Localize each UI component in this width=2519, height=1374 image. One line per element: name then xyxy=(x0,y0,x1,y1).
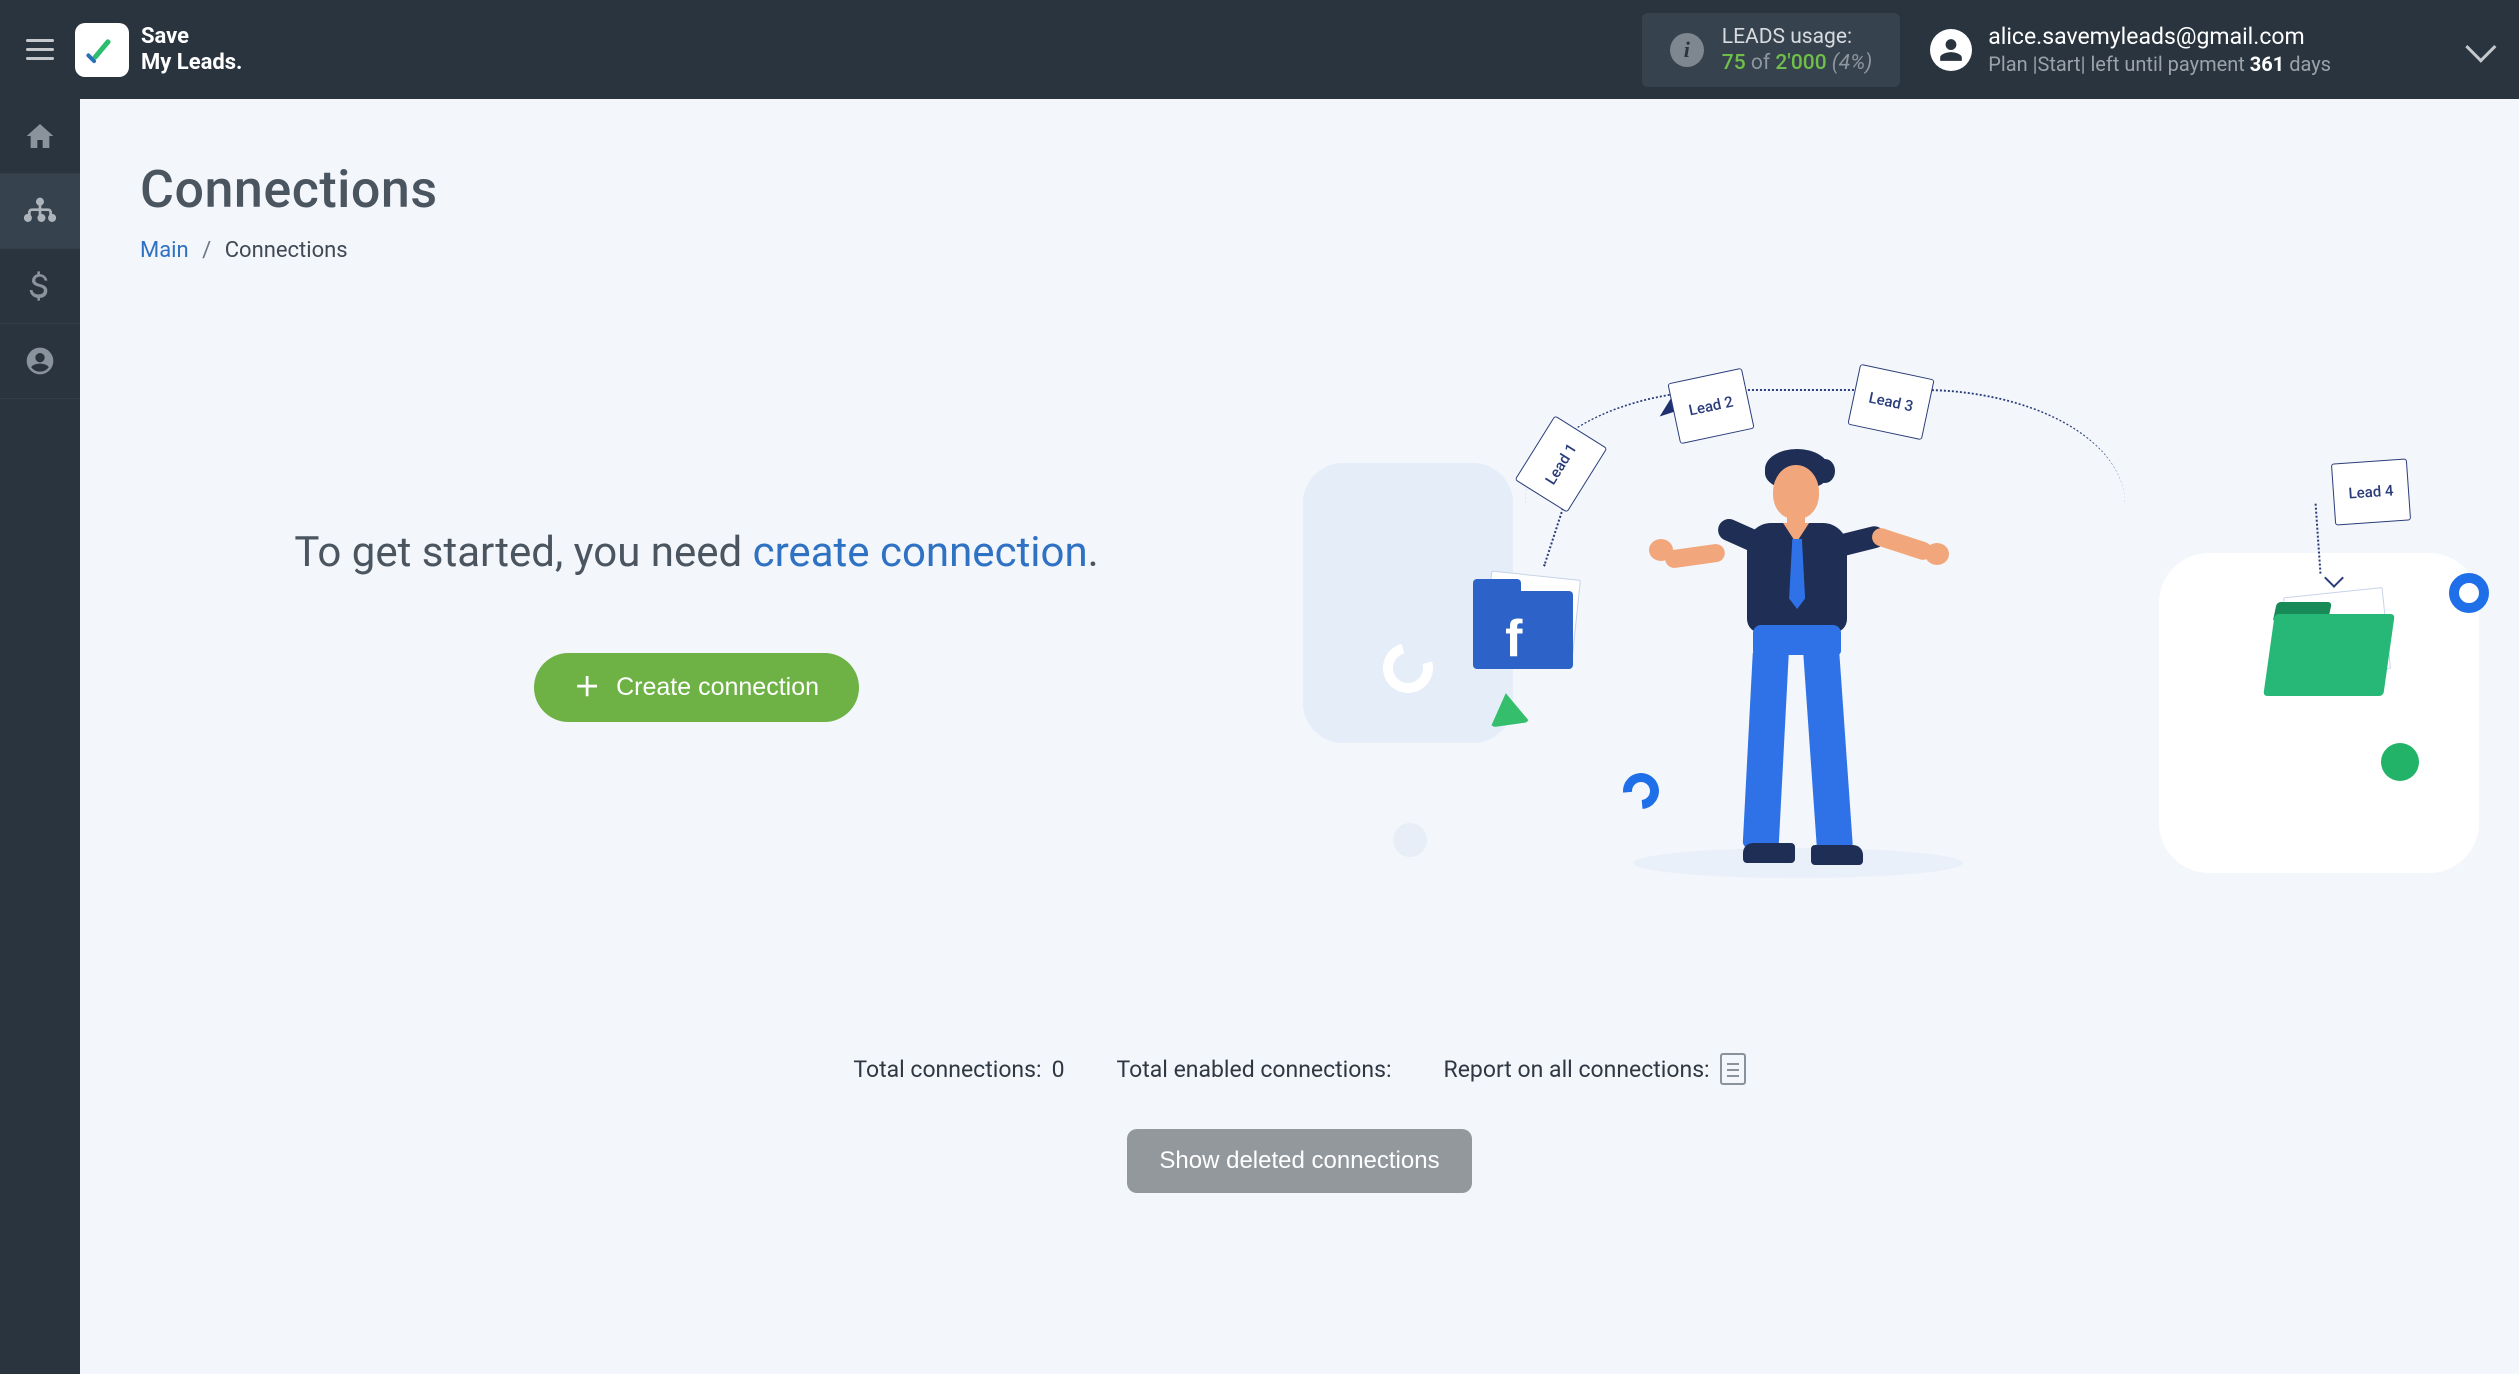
main-content: Connections Main / Connections To get st… xyxy=(80,99,2519,1374)
breadcrumb: Main / Connections xyxy=(140,238,2459,263)
facebook-folder-icon: f xyxy=(1473,573,1583,668)
sidebar xyxy=(0,99,80,1374)
brand-logo[interactable]: Save My Leads. xyxy=(75,23,242,77)
logo-mark-icon xyxy=(75,23,129,77)
document-icon[interactable] xyxy=(1720,1053,1746,1085)
breadcrumb-current: Connections xyxy=(225,238,348,263)
hamburger-menu-icon[interactable] xyxy=(15,25,65,75)
account-plan: Plan |Start| left until payment 361 days xyxy=(1988,52,2331,76)
usage-label: LEADS usage: xyxy=(1722,25,1872,49)
show-deleted-connections-button[interactable]: Show deleted connections xyxy=(1127,1129,1471,1193)
sidebar-item-billing[interactable] xyxy=(0,249,80,324)
sidebar-item-connections[interactable] xyxy=(0,174,80,249)
stat-enabled-connections: Total enabled connections: xyxy=(1117,1056,1392,1083)
plus-icon: ＋ xyxy=(574,674,600,700)
lead-card-4: Lead 4 xyxy=(2331,458,2411,525)
stat-report: Report on all connections: xyxy=(1444,1053,1746,1085)
destination-folder-icon xyxy=(2269,598,2399,698)
account-email: alice.savemyleads@gmail.com xyxy=(1988,23,2331,50)
illustration: f Lead 1 Lead 2 Lead 3 Lead 4 xyxy=(1293,353,2499,893)
info-icon: i xyxy=(1670,33,1704,67)
chevron-down-icon[interactable] xyxy=(2465,31,2496,62)
empty-state-text: To get started, you need create connecti… xyxy=(140,524,1253,583)
create-connection-button[interactable]: ＋ Create connection xyxy=(534,653,859,722)
page-title: Connections xyxy=(140,159,2459,220)
breadcrumb-main[interactable]: Main xyxy=(140,238,189,263)
stats-row: Total connections: 0 Total enabled conne… xyxy=(140,1053,2459,1085)
person-illustration xyxy=(1693,443,1913,873)
usage-value: 75 of 2'000 (4%) xyxy=(1722,51,1872,75)
topbar: Save My Leads. i LEADS usage: 75 of 2'00… xyxy=(0,0,2519,99)
brand-name: Save My Leads. xyxy=(141,24,242,75)
sidebar-item-home[interactable] xyxy=(0,99,80,174)
sidebar-item-account[interactable] xyxy=(0,324,80,399)
account-widget[interactable]: alice.savemyleads@gmail.com Plan |Start|… xyxy=(1930,23,2489,76)
stat-total-connections: Total connections: 0 xyxy=(853,1056,1064,1083)
create-connection-link[interactable]: create connection xyxy=(753,528,1088,577)
avatar-icon xyxy=(1930,29,1972,71)
usage-widget[interactable]: i LEADS usage: 75 of 2'000 (4%) xyxy=(1642,13,1900,87)
